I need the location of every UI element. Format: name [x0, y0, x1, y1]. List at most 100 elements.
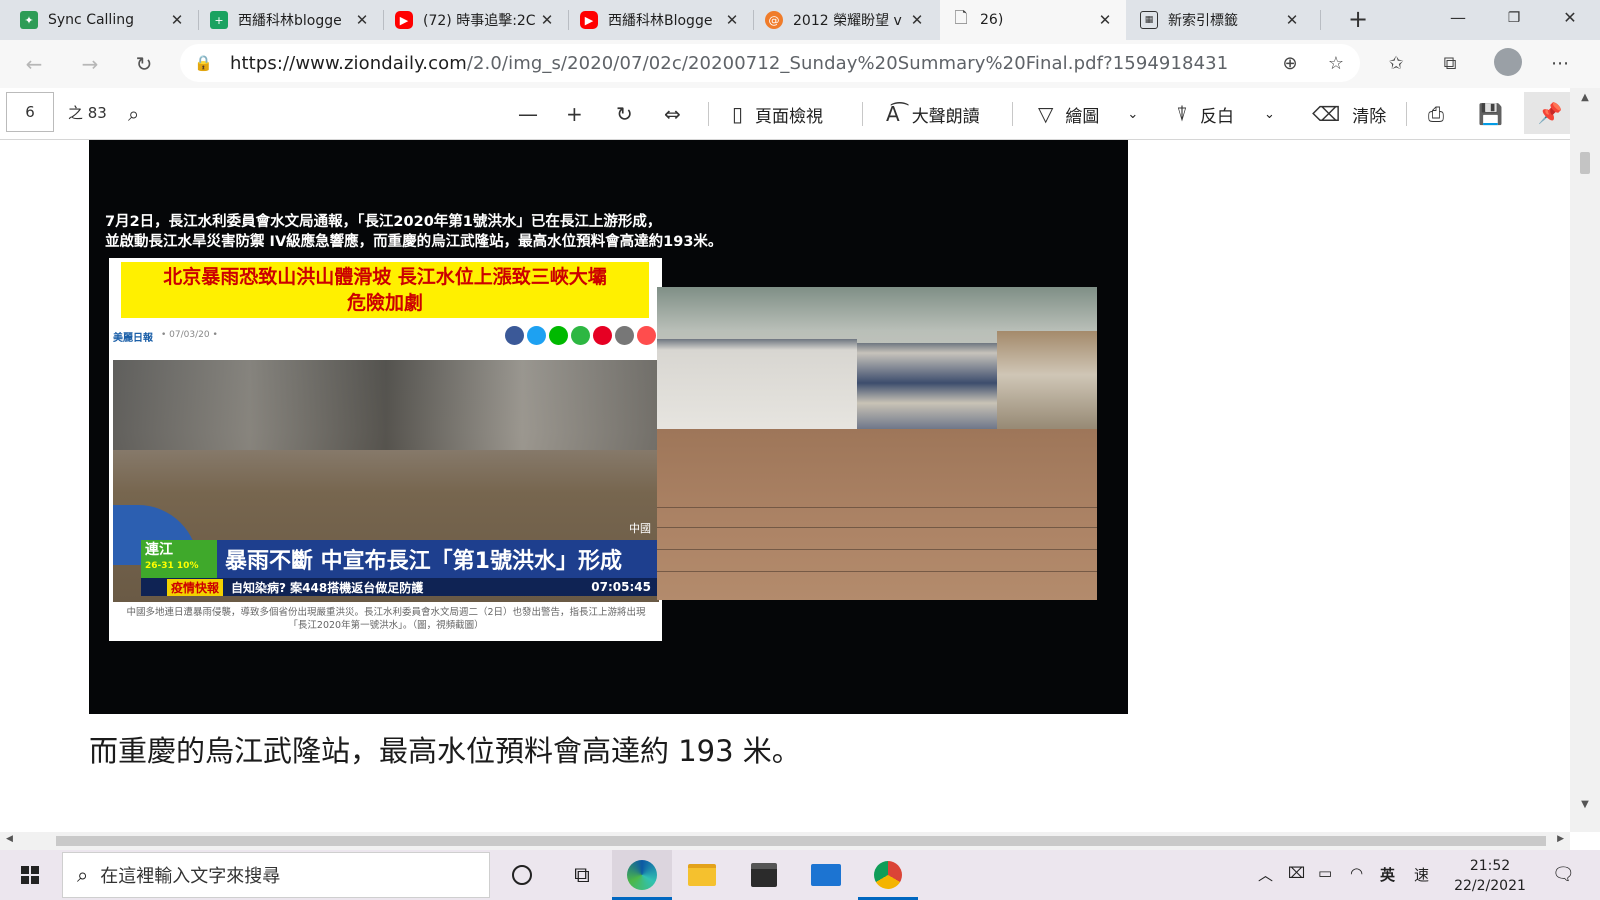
mail-button[interactable]: [796, 850, 856, 900]
page-number-input[interactable]: 6: [6, 92, 54, 132]
search-icon: ⌕: [128, 102, 140, 126]
tab-blogger[interactable]: + 西繙科林blogge ✕: [198, 0, 383, 40]
more-options-icon[interactable]: ⋯: [1544, 48, 1576, 80]
erase-button[interactable]: ⌫ 清除: [1312, 98, 1386, 130]
show-hidden-icons[interactable]: ︿: [1258, 864, 1273, 885]
clock-time: 21:52: [1469, 858, 1511, 874]
close-icon[interactable]: ✕: [168, 11, 186, 29]
scroll-right-icon[interactable]: ▶: [1557, 834, 1564, 844]
scroll-thumb[interactable]: [56, 836, 1546, 846]
wifi-icon[interactable]: ◠: [1350, 864, 1363, 882]
lock-icon[interactable]: 🔒: [194, 54, 218, 72]
device-icon[interactable]: ⌧: [1288, 864, 1305, 882]
ticker-location: 連江: [145, 542, 173, 558]
power-line: [657, 571, 1097, 572]
file-explorer-button[interactable]: [672, 850, 732, 900]
tab-youtube-2[interactable]: ▶ 西繙科林Blogge ✕: [568, 0, 753, 40]
favorites-icon[interactable]: ✩: [1380, 48, 1412, 80]
chrome-taskbar-button[interactable]: [858, 850, 918, 900]
scroll-up-icon[interactable]: ▲: [1570, 92, 1600, 103]
task-view-button[interactable]: ⧉: [552, 850, 612, 900]
page-view-button[interactable]: ▯ 頁面檢視: [732, 98, 823, 130]
tab-new-tab[interactable]: ▦ 新索引標籤 ✕: [1128, 0, 1313, 40]
close-window-button[interactable]: ✕: [1542, 0, 1598, 36]
taskbar-search-box[interactable]: ⌕ 在這裡輸入文字來搜尋: [62, 852, 490, 898]
collections-icon[interactable]: ⧉: [1434, 48, 1466, 80]
save-button[interactable]: 💾: [1478, 98, 1515, 130]
eraser-icon: ⌫: [1312, 102, 1341, 126]
url-field[interactable]: 🔒 https://www.ziondaily.com/2.0/img_s/20…: [180, 44, 1360, 82]
battery-icon[interactable]: ▭: [1318, 864, 1332, 882]
close-icon[interactable]: ✕: [908, 11, 926, 29]
building: [657, 339, 857, 431]
url-path: /2.0/img_s/2020/07/02c/20200712_Sunday%2…: [466, 52, 1229, 74]
flood-water: [657, 429, 1097, 600]
embedded-news-image: 7月2日，長江水利委員會水文局通報，「長江2020年第1號洪水」已在長江上游形成…: [89, 140, 1128, 714]
tab-title: 西繙科林Blogge: [608, 13, 713, 29]
close-icon[interactable]: ✕: [723, 11, 741, 29]
new-tab-button[interactable]: +: [1342, 4, 1374, 36]
ime-mode-indicator[interactable]: 速: [1414, 864, 1429, 885]
news-ticker: 連江 26-31 10% 暴雨不斷 中宣布長江「第1號洪水」形成: [141, 540, 659, 578]
zoom-icon[interactable]: ⊕: [1274, 48, 1306, 80]
find-button[interactable]: ⌕: [128, 98, 151, 130]
rotate-button[interactable]: ↻: [616, 98, 645, 130]
chevron-down-icon[interactable]: ⌄: [1127, 107, 1138, 122]
add-favorite-icon[interactable]: ☆: [1320, 48, 1352, 80]
close-icon[interactable]: ✕: [353, 11, 371, 29]
store-bag-icon: [751, 863, 777, 887]
zoom-out-button[interactable]: —: [518, 98, 550, 130]
highlight-button[interactable]: ⍒ 反白 ⌄: [1176, 98, 1275, 130]
edge-icon: [627, 860, 657, 890]
cortana-button[interactable]: [492, 850, 552, 900]
chevron-down-icon[interactable]: ⌄: [1264, 107, 1275, 122]
forward-button[interactable]: →: [74, 48, 106, 80]
read-aloud-icon: A͡: [886, 102, 900, 126]
tab-strip: ✦ Sync Calling ✕ + 西繙科林blogge ✕ ▶ (72) 時…: [0, 0, 1600, 40]
headline-line: 危險加劇: [346, 292, 423, 314]
zoom-in-button[interactable]: +: [566, 98, 595, 130]
pin-toolbar-button[interactable]: 📌: [1524, 92, 1576, 134]
close-icon[interactable]: ✕: [538, 11, 556, 29]
minimize-button[interactable]: —: [1430, 0, 1486, 36]
url-text: https://www.ziondaily.com/2.0/img_s/2020…: [230, 53, 1228, 74]
tab-glory-hope[interactable]: @ 2012 榮耀盼望 v ✕: [753, 0, 938, 40]
taskbar: ⌕ 在這裡輸入文字來搜尋 ⧉ ︿ ⌧ ▭ ◠ 英 速 21:52 22/2/20…: [0, 850, 1600, 900]
close-icon[interactable]: ✕: [1283, 11, 1301, 29]
flooded-buildings-photo: [657, 287, 1097, 600]
read-aloud-button[interactable]: A͡ 大聲朗讀: [886, 98, 980, 130]
search-placeholder: 在這裡輸入文字來搜尋: [100, 866, 281, 887]
tab-youtube-1[interactable]: ▶ (72) 時事追擊:2C ✕: [383, 0, 568, 40]
back-button[interactable]: ←: [18, 48, 50, 80]
start-button[interactable]: [0, 850, 60, 900]
scroll-thumb[interactable]: [1580, 152, 1590, 174]
edge-taskbar-button[interactable]: [612, 850, 672, 900]
close-icon[interactable]: ✕: [1096, 11, 1114, 29]
tab-pdf-active[interactable]: 🗋 26) ✕: [940, 0, 1126, 40]
scroll-left-icon[interactable]: ◀: [6, 834, 13, 844]
profile-avatar[interactable]: [1494, 48, 1522, 76]
scroll-down-icon[interactable]: ▼: [1570, 799, 1600, 810]
search-icon: ⌕: [77, 863, 89, 887]
read-aloud-label: 大聲朗讀: [911, 106, 980, 127]
tab-sync-calling[interactable]: ✦ Sync Calling ✕: [8, 0, 198, 40]
vertical-scrollbar[interactable]: ▲ ▼: [1570, 88, 1600, 832]
news-subticker: 疫情快報 自知染病? 案448搭機返台做足防護 07:05:45: [141, 578, 659, 596]
tab-title: (72) 時事追擊:2C: [423, 13, 536, 29]
horizontal-scrollbar[interactable]: ◀ ▶: [0, 832, 1570, 850]
print-button[interactable]: ⎙: [1428, 98, 1456, 130]
caption-line: 7月2日，長江水利委員會水文局通報，「長江2020年第1號洪水」已在長江上游形成…: [105, 214, 662, 230]
fit-width-button[interactable]: ⇔: [664, 98, 693, 130]
notification-icon[interactable]: 🗨: [1552, 864, 1575, 885]
ime-language-indicator[interactable]: 英: [1380, 864, 1395, 885]
tab-title: 26): [980, 12, 1004, 28]
restore-button[interactable]: ❐: [1486, 0, 1542, 36]
draw-button[interactable]: ▽ 繪圖 ⌄: [1038, 98, 1138, 130]
line-icon: [549, 326, 568, 345]
refresh-button[interactable]: ↻: [128, 48, 160, 80]
highlight-icon: ⍒: [1176, 102, 1188, 126]
store-button[interactable]: [734, 850, 794, 900]
folder-icon: [688, 864, 716, 886]
system-clock[interactable]: 21:52 22/2/2021: [1440, 856, 1540, 896]
rotate-icon: ↻: [616, 102, 633, 126]
